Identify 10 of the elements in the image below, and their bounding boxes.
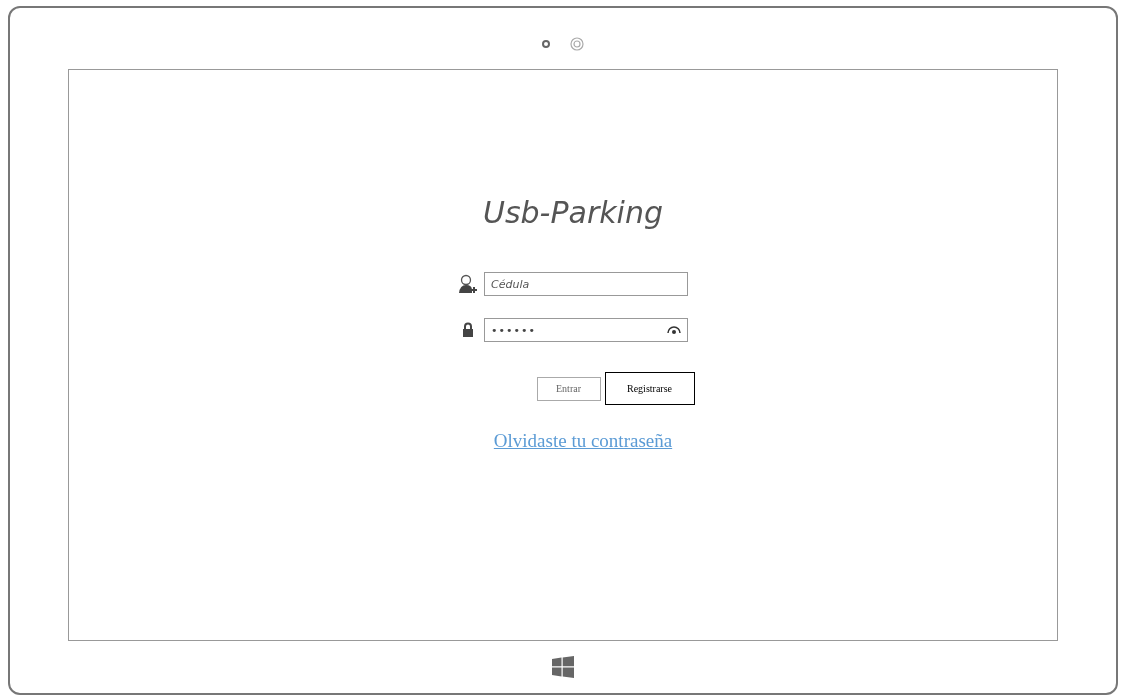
eye-icon[interactable] — [667, 326, 681, 334]
enter-button[interactable]: Entrar — [536, 376, 601, 401]
password-field[interactable]: •••••• — [484, 318, 688, 342]
app-title: Usb-Parking — [483, 195, 663, 230]
sensor-icon — [570, 36, 584, 51]
camera-icon — [542, 39, 550, 48]
windows-logo-icon[interactable] — [551, 655, 575, 679]
user-add-icon — [458, 274, 478, 294]
register-button[interactable]: Registrarse — [604, 372, 695, 405]
id-field[interactable]: Cédula — [484, 272, 688, 296]
